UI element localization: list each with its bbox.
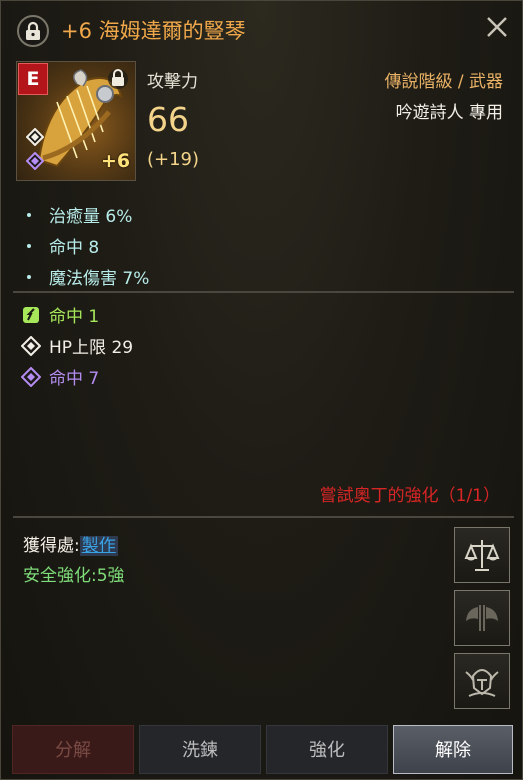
- list-item: HP上限 29: [20, 330, 134, 361]
- enhance-button[interactable]: 強化: [266, 725, 388, 774]
- balance-scale-button[interactable]: [454, 527, 510, 583]
- list-item: 命中 1: [21, 299, 133, 330]
- grade-type: 傳說階級 / 武器: [384, 72, 503, 92]
- lock-icon[interactable]: [17, 15, 49, 47]
- title-bar: +6 海姆達爾的豎琴: [1, 1, 522, 59]
- list-item: 魔法傷害 7%: [23, 261, 149, 292]
- white-diamond-icon: [25, 127, 45, 150]
- divider: [13, 516, 514, 518]
- enhance-level: +6: [101, 150, 131, 172]
- safe-enhance-text: 安全強化:5強: [23, 566, 125, 586]
- stat-bonus: (+19): [147, 149, 200, 170]
- gem-stat-label: HP上限 29: [49, 338, 134, 358]
- scale-icon: [464, 540, 500, 571]
- item-tooltip-panel: +6 海姆達爾的豎琴 E +6 攻擊力 66 (+19) 傳說階級 / 武器 吟…: [0, 0, 523, 780]
- gem-stat-label: 命中 7: [49, 369, 100, 389]
- item-lock-icon: [107, 66, 129, 94]
- reroll-button[interactable]: 洗鍊: [139, 725, 261, 774]
- warrior-helmet-button[interactable]: [454, 653, 510, 709]
- gem-stat-list: 命中 1 HP上限 29 命中 7: [20, 299, 134, 392]
- bonus-stat-list: 治癒量 6% 命中 8 魔法傷害 7%: [23, 199, 149, 292]
- class-restriction: 吟遊詩人 專用: [395, 103, 503, 123]
- purple-diamond-icon: [25, 151, 45, 174]
- harp-item-icon: E +6: [16, 61, 136, 181]
- stat-label: 攻擊力: [147, 72, 198, 92]
- source-label: 獲得處:: [23, 536, 80, 556]
- list-item: 命中 7: [20, 361, 133, 392]
- gem-stat-label: 命中 1: [49, 307, 100, 327]
- green-rune-icon: [21, 305, 41, 325]
- bullet-icon: [27, 274, 31, 279]
- list-item: 命中 8: [23, 230, 149, 261]
- bonus-stat-label: 魔法傷害 7%: [49, 269, 150, 289]
- stat-value: 66: [147, 100, 189, 139]
- white-diamond-icon: [20, 335, 42, 356]
- source-link[interactable]: 製作: [79, 536, 118, 556]
- helmet-icon: [465, 669, 499, 697]
- wings-button[interactable]: [454, 590, 510, 646]
- wings-icon: [466, 605, 498, 631]
- disassemble-button[interactable]: 分解: [12, 725, 134, 774]
- item-title: +6 海姆達爾的豎琴: [61, 19, 246, 43]
- grade-badge: E: [18, 63, 48, 95]
- purple-diamond-icon: [20, 366, 42, 387]
- divider: [13, 291, 514, 293]
- bullet-icon: [27, 243, 31, 248]
- odin-enhance-text: 嘗試奧丁的強化（1/1）: [319, 486, 500, 506]
- source-row: 獲得處: 製作: [23, 531, 118, 556]
- close-icon[interactable]: [483, 13, 511, 41]
- bullet-icon: [27, 212, 31, 217]
- list-item: 治癒量 6%: [23, 199, 149, 230]
- release-button[interactable]: 解除: [393, 725, 513, 774]
- bonus-stat-label: 治癒量 6%: [49, 207, 133, 227]
- bonus-stat-label: 命中 8: [49, 238, 100, 258]
